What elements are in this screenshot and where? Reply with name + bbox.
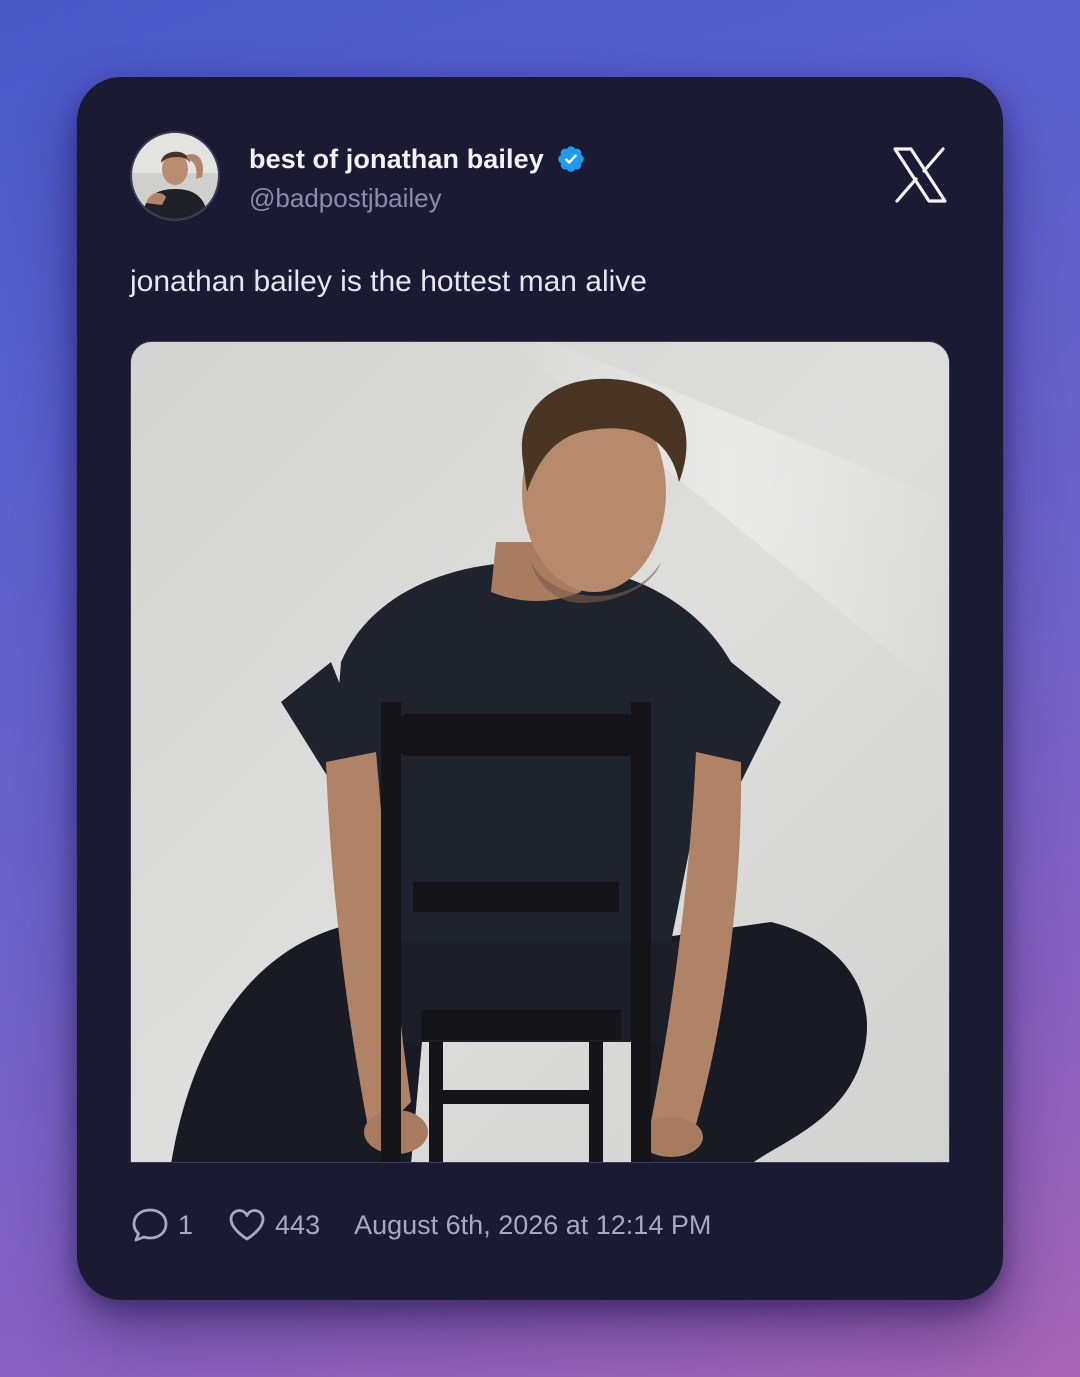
verified-badge-icon — [558, 146, 584, 172]
x-logo-icon[interactable] — [891, 145, 949, 205]
like-count: 443 — [275, 1209, 321, 1240]
author-handle[interactable]: @badpostjbailey — [249, 183, 442, 214]
heart-icon — [229, 1209, 265, 1241]
tweet-card: best of jonathan bailey @badpostjbailey … — [77, 77, 1003, 1300]
tweet-photo[interactable] — [130, 341, 950, 1163]
author-avatar[interactable] — [130, 131, 220, 221]
like-button[interactable]: 443 — [227, 1205, 320, 1245]
reply-count: 1 — [178, 1209, 194, 1240]
reply-button[interactable]: 1 — [130, 1205, 193, 1245]
tweet-timestamp[interactable]: August 6th, 2026 at 12:14 PM — [354, 1210, 711, 1241]
avatar-photo — [132, 133, 218, 219]
author-name-row: best of jonathan bailey — [249, 141, 586, 177]
tweet-footer: 1 443 August 6th, 2026 at 12:14 PM — [130, 1205, 711, 1245]
comment-bubble-icon — [132, 1208, 168, 1242]
photo-illustration — [131, 342, 949, 1162]
author-display-name[interactable]: best of jonathan bailey — [249, 144, 544, 175]
tweet-text: jonathan bailey is the hottest man alive — [130, 265, 647, 298]
